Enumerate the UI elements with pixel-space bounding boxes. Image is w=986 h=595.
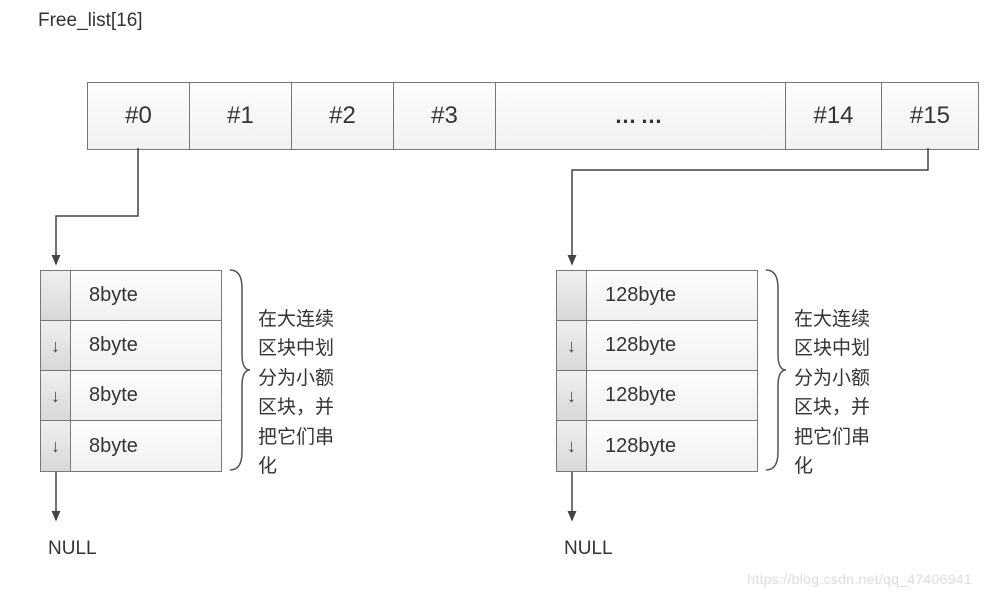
null-label-15: NULL	[564, 538, 613, 560]
arrow-list15-to-null	[0, 0, 986, 595]
watermark: https://blog.csdn.net/qq_47406941	[747, 571, 972, 587]
